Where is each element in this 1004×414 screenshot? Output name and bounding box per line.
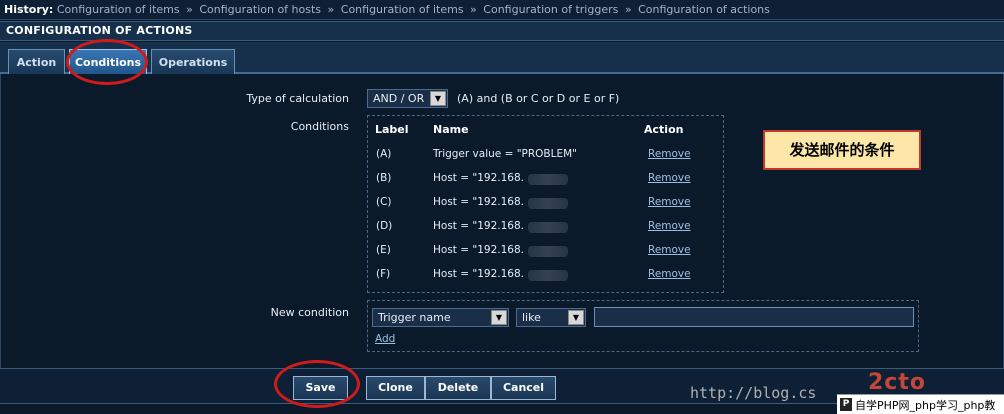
calc-type-label: Type of calculation [246, 92, 349, 105]
breadcrumb-separator: » [327, 3, 335, 16]
watermark-bar: P 自学PHP网_php学习_php教 [837, 394, 1004, 414]
add-condition-link[interactable]: Add [375, 333, 395, 345]
breadcrumb-separator: » [470, 3, 477, 16]
redacted-ip [528, 270, 568, 281]
condition-value-input[interactable] [594, 307, 914, 327]
column-header-name: Name [433, 123, 469, 136]
annotation-note: 发送邮件的条件 [763, 130, 921, 170]
new-condition-panel: Trigger name ▼ like ▼ Add [367, 300, 919, 352]
redacted-ip [528, 222, 568, 233]
condition-name: Host = "192.168. [433, 172, 524, 184]
watermark-logo: 2cto [868, 370, 926, 395]
remove-condition-link[interactable]: Remove [648, 172, 691, 184]
condition-name: Host = "192.168. [433, 244, 524, 256]
column-header-label: Label [375, 123, 409, 136]
tab-conditions[interactable]: Conditions [69, 49, 147, 74]
condition-type-select[interactable]: Trigger name ▼ [372, 308, 509, 327]
condition-name: Host = "192.168. [433, 268, 524, 280]
watermark-url: http://blog.cs [690, 384, 817, 402]
chevron-down-icon: ▼ [491, 310, 507, 325]
tab-operations[interactable]: Operations [151, 49, 235, 74]
tab-action[interactable]: Action [8, 49, 65, 74]
history-label: History: [4, 3, 54, 16]
condition-label: (D) [376, 220, 393, 232]
calc-expression: (A) and (B or C or D or E or F) [457, 92, 620, 105]
history-link-5[interactable]: Configuration of actions [638, 3, 770, 16]
history-link-3[interactable]: Configuration of items [341, 3, 464, 16]
conditions-table: Label Name Action (A) Trigger value = "P… [367, 115, 724, 293]
condition-name: Host = "192.168. [433, 220, 524, 232]
condition-name: Trigger value = "PROBLEM" [433, 148, 578, 160]
page-title: CONFIGURATION OF ACTIONS [0, 21, 1004, 41]
remove-condition-link[interactable]: Remove [648, 244, 691, 256]
conditions-label: Conditions [290, 120, 349, 133]
history-breadcrumb: History: Configuration of items » Config… [0, 0, 1004, 20]
breadcrumb-separator: » [186, 3, 193, 16]
watermark-site-text: 自学PHP网_php学习_php教 [855, 399, 996, 412]
redacted-ip [528, 174, 568, 185]
site-icon: P [840, 398, 852, 411]
chevron-down-icon: ▼ [568, 310, 584, 325]
cancel-button[interactable]: Cancel [491, 376, 556, 400]
breadcrumb-separator: » [624, 3, 632, 16]
condition-label: (B) [376, 172, 392, 184]
condition-label: (C) [376, 196, 392, 208]
delete-button[interactable]: Delete [425, 376, 491, 400]
condition-operator-value: like [522, 311, 541, 324]
tab-bar: Action Conditions Operations [0, 42, 1004, 74]
redacted-ip [528, 246, 568, 257]
condition-label: (F) [376, 268, 391, 280]
condition-type-value: Trigger name [378, 311, 451, 324]
history-link-1[interactable]: Configuration of items [57, 3, 180, 16]
calc-type-value: AND / OR [373, 92, 425, 105]
chevron-down-icon: ▼ [430, 91, 446, 106]
new-condition-label: New condition [270, 306, 349, 319]
remove-condition-link[interactable]: Remove [648, 220, 691, 232]
calc-type-select[interactable]: AND / OR ▼ [367, 89, 448, 108]
column-header-action: Action [644, 123, 684, 136]
condition-label: (E) [376, 244, 391, 256]
condition-label: (A) [376, 148, 392, 160]
conditions-form: Type of calculation AND / OR ▼ (A) and (… [0, 74, 1004, 368]
remove-condition-link[interactable]: Remove [648, 196, 691, 208]
remove-condition-link[interactable]: Remove [648, 148, 691, 160]
remove-condition-link[interactable]: Remove [648, 268, 691, 280]
condition-name: Host = "192.168. [433, 196, 524, 208]
history-link-2[interactable]: Configuration of hosts [199, 3, 321, 16]
save-button[interactable]: Save [293, 376, 348, 400]
history-link-4[interactable]: Configuration of triggers [483, 3, 618, 16]
condition-operator-select[interactable]: like ▼ [516, 308, 586, 327]
clone-button[interactable]: Clone [366, 376, 425, 400]
redacted-ip [528, 198, 568, 209]
